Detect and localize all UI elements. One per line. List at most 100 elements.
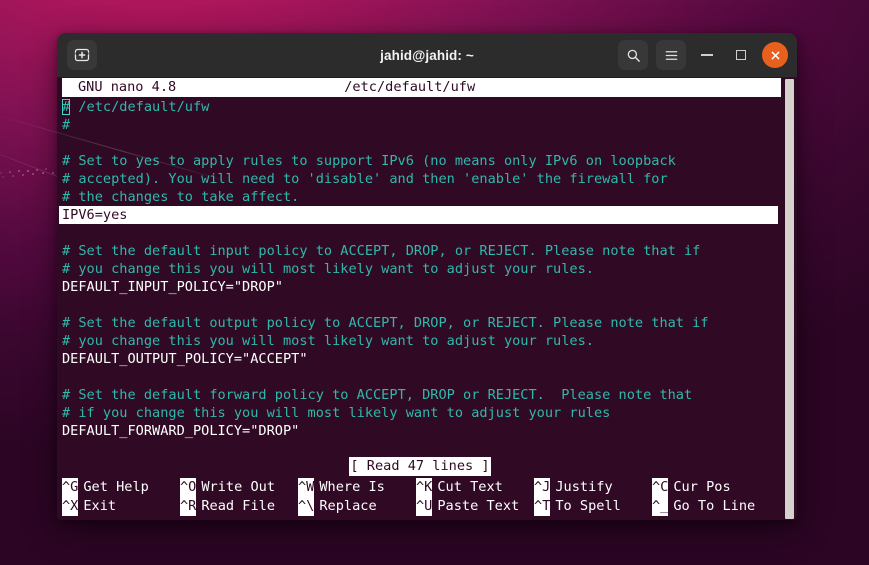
nano-shortcut-bar: ^G Get Help ^O Write Out ^W Where Is ^K Cut Tex…: [59, 476, 781, 520]
nano-line-text: # if you change this you will most likel…: [62, 405, 611, 421]
nano-status-message: [ Read 47 lines ]: [349, 457, 491, 476]
terminal-window: jahid@jahid: ~ GNU nano 4.8 /etc/default…: [57, 33, 797, 520]
nano-shortcut-label: Cut Text: [437, 479, 503, 495]
nano-status-row: [ Read 47 lines ]: [59, 457, 781, 476]
window-titlebar[interactable]: jahid@jahid: ~: [57, 33, 797, 78]
nano-shortcut-label: Replace: [319, 498, 377, 514]
nano-line-text: # you change this you will most likely w…: [62, 261, 594, 277]
nano-shortcut-label: Where Is: [319, 479, 385, 495]
terminal-content[interactable]: GNU nano 4.8 /etc/default/ufw # /etc/def…: [57, 78, 797, 520]
nano-line-text: # Set the default forward policy to ACCE…: [62, 387, 693, 403]
nano-line: # the changes to take affect.: [62, 188, 781, 206]
nano-shortcut-label: Justify: [555, 479, 613, 495]
nano-shortcut-label: Read File: [201, 498, 276, 514]
nano-line-text: [62, 135, 70, 151]
terminal-scrollbar-thumb[interactable]: [785, 79, 794, 519]
hamburger-menu-icon[interactable]: [656, 40, 686, 70]
nano-line: [62, 134, 781, 152]
wallpaper-dot-line: [0, 168, 58, 174]
nano-line: # if you change this you will most likel…: [62, 404, 781, 422]
nano-line-text: DEFAULT_FORWARD_POLICY="DROP": [62, 423, 300, 439]
terminal-scrollbar[interactable]: [784, 79, 795, 519]
nano-shortcut-key: ^\: [298, 497, 315, 516]
nano-line-text: [62, 369, 70, 385]
nano-line-text: [62, 297, 70, 313]
nano-shortcut-key: ^X: [62, 497, 79, 516]
maximize-icon: [736, 50, 746, 60]
nano-shortcut-row: ^X Exit ^R Read File ^\ Replace ^U Paste Text ^T…: [62, 497, 781, 516]
nano-shortcut[interactable]: ^G Get Help: [62, 478, 180, 497]
minimize-button[interactable]: [694, 42, 720, 68]
nano-line: [62, 368, 781, 386]
nano-shortcut-key: ^W: [298, 478, 315, 497]
nano-shortcut-label: Get Help: [83, 479, 149, 495]
nano-line: IPV6=yes: [59, 206, 781, 224]
nano-shortcut-key: ^O: [180, 478, 197, 497]
nano-line: # you change this you will most likely w…: [62, 260, 781, 278]
nano-line: DEFAULT_FORWARD_POLICY="DROP": [62, 422, 781, 440]
nano-line-text: # accepted). You will need to 'disable' …: [62, 171, 668, 187]
nano-shortcut[interactable]: ^R Read File: [180, 497, 298, 516]
nano-line: # Set the default forward policy to ACCE…: [62, 386, 781, 404]
nano-line: # Set to yes to apply rules to support I…: [62, 152, 781, 170]
nano-line-text: [62, 225, 70, 241]
nano-line-text: # the changes to take affect.: [62, 189, 300, 205]
nano-shortcut-key: ^J: [534, 478, 551, 497]
nano-line-text: #: [62, 117, 71, 133]
nano-line-text: DEFAULT_INPUT_POLICY="DROP": [62, 279, 283, 295]
nano-filename-label: /etc/default/ufw: [344, 79, 476, 95]
nano-shortcut[interactable]: ^T To Spell: [534, 497, 652, 516]
nano-shortcut[interactable]: ^J Justify: [534, 478, 652, 497]
nano-shortcut-key: ^T: [534, 497, 551, 516]
nano-shortcut-label: Cur Pos: [673, 479, 731, 495]
nano-shortcut-key: ^_: [652, 497, 669, 516]
nano-line-text: # Set to yes to apply rules to support I…: [62, 153, 676, 169]
nano-shortcut-key: ^R: [180, 497, 197, 516]
maximize-button[interactable]: [728, 42, 754, 68]
nano-line: # you change this you will most likely w…: [62, 332, 781, 350]
nano-shortcut[interactable]: ^U Paste Text: [416, 497, 534, 516]
nano-line-text: [62, 441, 70, 457]
new-terminal-icon[interactable]: [67, 40, 97, 70]
nano-line-text: DEFAULT_OUTPUT_POLICY="ACCEPT": [62, 351, 308, 367]
nano-shortcut[interactable]: ^K Cut Text: [416, 478, 534, 497]
nano-shortcut[interactable]: ^X Exit: [62, 497, 180, 516]
nano-shortcut[interactable]: ^W Where Is: [298, 478, 416, 497]
nano-shortcut[interactable]: ^O Write Out: [180, 478, 298, 497]
text-cursor: #: [62, 99, 71, 115]
nano-shortcut-key: ^K: [416, 478, 433, 497]
nano-shortcut-key: ^C: [652, 478, 669, 497]
window-controls: [618, 40, 788, 70]
desktop-wallpaper: jahid@jahid: ~ GNU nano 4.8 /etc/default…: [0, 0, 869, 565]
nano-shortcut[interactable]: ^C Cur Pos: [652, 478, 770, 497]
nano-line: # Set the default output policy to ACCEP…: [62, 314, 781, 332]
nano-line: [62, 296, 781, 314]
nano-shortcut-label: To Spell: [555, 498, 621, 514]
nano-shortcut-row: ^G Get Help ^O Write Out ^W Where Is ^K Cut Tex…: [62, 478, 781, 497]
search-icon[interactable]: [618, 40, 648, 70]
nano-shortcut-label: Exit: [83, 498, 117, 514]
nano-editor[interactable]: GNU nano 4.8 /etc/default/ufw # /etc/def…: [57, 78, 781, 520]
close-button[interactable]: [762, 42, 788, 68]
nano-line-text: # Set the default output policy to ACCEP…: [62, 315, 709, 331]
nano-line: # accepted). You will need to 'disable' …: [62, 170, 781, 188]
nano-line: # /etc/default/ufw: [62, 98, 781, 116]
nano-line: # Set the default input policy to ACCEPT…: [62, 242, 781, 260]
nano-line-text: # you change this you will most likely w…: [62, 333, 594, 349]
nano-shortcut[interactable]: ^_ Go To Line: [652, 497, 770, 516]
nano-line: DEFAULT_INPUT_POLICY="DROP": [62, 278, 781, 296]
nano-titlebar: GNU nano 4.8 /etc/default/ufw: [62, 78, 781, 97]
nano-line: DEFAULT_OUTPUT_POLICY="ACCEPT": [62, 350, 781, 368]
nano-line-text: /etc/default/ufw: [70, 99, 210, 115]
nano-line: [62, 224, 781, 242]
nano-shortcut-label: Write Out: [201, 479, 276, 495]
nano-version-label: GNU nano 4.8: [78, 79, 177, 95]
close-icon: [771, 51, 779, 59]
nano-shortcut[interactable]: ^\ Replace: [298, 497, 416, 516]
nano-line: #: [62, 116, 781, 134]
nano-shortcut-label: Go To Line: [673, 498, 756, 514]
nano-line: [62, 440, 781, 457]
nano-line-text: # Set the default input policy to ACCEPT…: [62, 243, 701, 259]
nano-text-area[interactable]: # /etc/default/ufw # # Set to yes to appl…: [59, 97, 781, 457]
nano-highlighted-line: IPV6=yes: [59, 206, 778, 224]
